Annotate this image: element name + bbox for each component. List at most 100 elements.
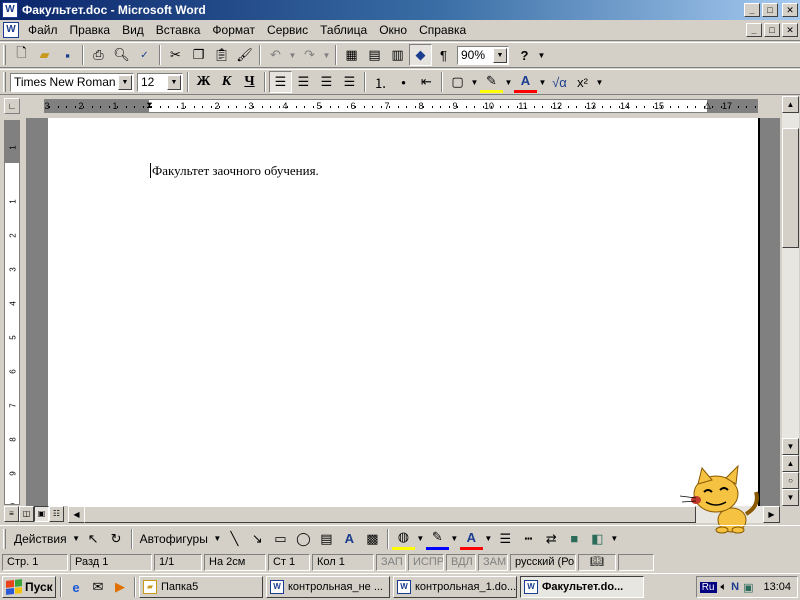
menu-file[interactable]: Файл bbox=[22, 21, 64, 40]
web-view-icon[interactable]: ◫ bbox=[19, 506, 34, 522]
font-color-icon[interactable]: A bbox=[514, 71, 537, 93]
print-preview-icon[interactable]: 🔍︎ bbox=[110, 44, 133, 66]
spelling-status-icon[interactable]: 📖︎ bbox=[578, 553, 616, 571]
previous-page-icon[interactable]: ▲ bbox=[782, 455, 799, 472]
italic-button[interactable]: К bbox=[215, 71, 238, 93]
menu-view[interactable]: Вид bbox=[116, 21, 150, 40]
status-language[interactable]: русский (Ро bbox=[510, 553, 576, 571]
shadow-icon[interactable]: ■ bbox=[563, 528, 586, 550]
superscript-icon[interactable]: x² bbox=[571, 71, 594, 93]
vertical-ruler[interactable]: 1 1 2 3 4 5 6 7 8 9 10 bbox=[4, 120, 20, 505]
fill-color-dropdown-icon[interactable]: ▼ bbox=[415, 528, 426, 550]
document-paragraph[interactable]: Факультет заочного обучения. bbox=[152, 163, 319, 178]
minimize-button[interactable]: _ bbox=[744, 3, 760, 17]
tables-borders-icon[interactable]: ▦ bbox=[340, 44, 363, 66]
next-page-icon[interactable]: ▼ bbox=[782, 489, 799, 506]
menu-format[interactable]: Формат bbox=[206, 21, 261, 40]
toolbar-options-icon[interactable]: ▼ bbox=[609, 528, 620, 550]
align-left-icon[interactable]: ☰ bbox=[269, 71, 292, 93]
arrow-icon[interactable]: ↘ bbox=[246, 528, 269, 550]
3d-icon[interactable]: ◧ bbox=[586, 528, 609, 550]
undo-icon[interactable]: ↶ bbox=[264, 44, 287, 66]
menu-table[interactable]: Таблица bbox=[314, 21, 373, 40]
select-objects-icon[interactable]: ↖ bbox=[82, 528, 105, 550]
insert-table-icon[interactable]: ▤ bbox=[363, 44, 386, 66]
show-formatting-icon[interactable]: ¶ bbox=[432, 44, 455, 66]
font-name-combo[interactable]: Times New Roman ▼ bbox=[10, 72, 134, 92]
scroll-left-icon[interactable]: ◀ bbox=[68, 506, 85, 523]
cut-icon[interactable]: ✂ bbox=[164, 44, 187, 66]
draw-actions-dropdown-icon[interactable]: ▼ bbox=[71, 528, 82, 550]
autoshapes-dropdown-icon[interactable]: ▼ bbox=[212, 528, 223, 550]
document-page[interactable]: Факультет заочного обучения. bbox=[48, 118, 760, 506]
scroll-right-icon[interactable]: ▶ bbox=[763, 506, 780, 523]
task-word-document[interactable]: W контрольная_1.do... bbox=[393, 576, 517, 598]
horizontal-scroll-thumb[interactable] bbox=[84, 506, 696, 523]
help-icon[interactable]: ? bbox=[513, 44, 536, 66]
paste-icon[interactable]: 📋︎ bbox=[210, 44, 233, 66]
font-size-combo[interactable]: 12 ▼ bbox=[137, 72, 183, 92]
horizontal-ruler[interactable]: ⧗ △ 3 2 1 1 2 3 4 5 6 7 8 9 10 11 12 13 14 15 17 bbox=[44, 99, 758, 113]
tab-selector-icon[interactable]: ∟ bbox=[4, 98, 20, 114]
format-painter-icon[interactable]: 🖌︎ bbox=[233, 44, 256, 66]
clipart-icon[interactable]: ▩ bbox=[361, 528, 384, 550]
volume-icon[interactable]: 🔈︎ bbox=[721, 581, 728, 594]
status-extend[interactable]: ВДЛ bbox=[446, 553, 476, 571]
line-icon[interactable]: ╲ bbox=[223, 528, 246, 550]
scroll-down-icon[interactable]: ▼ bbox=[782, 438, 799, 455]
new-document-icon[interactable]: 🗋 bbox=[10, 44, 33, 66]
line-style-icon[interactable]: ☰ bbox=[494, 528, 517, 550]
save-icon[interactable]: ▪ bbox=[56, 44, 79, 66]
status-record-macro[interactable]: ЗАП bbox=[376, 553, 406, 571]
print-layout-view-icon[interactable]: ▣ bbox=[34, 506, 49, 522]
autoshapes-menu[interactable]: Автофигуры bbox=[136, 532, 212, 546]
left-indent-marker-icon[interactable]: ⧗ bbox=[145, 100, 154, 112]
draw-actions-menu[interactable]: Действия bbox=[10, 532, 71, 546]
status-line[interactable]: Ст 1 bbox=[268, 553, 310, 571]
arrow-style-icon[interactable]: ⇄ bbox=[540, 528, 563, 550]
wordart-icon[interactable]: A bbox=[338, 528, 361, 550]
toolbar-options-icon[interactable]: ▼ bbox=[536, 44, 547, 66]
zoom-combo[interactable]: 90% ▼ bbox=[457, 45, 509, 65]
doc-close-button[interactable]: ✕ bbox=[782, 23, 798, 37]
borders-icon[interactable]: ▢ bbox=[446, 71, 469, 93]
numbering-icon[interactable]: ⒈ bbox=[369, 71, 392, 93]
toolbar-grip[interactable] bbox=[3, 72, 6, 92]
bold-button[interactable]: Ж bbox=[192, 71, 215, 93]
chevron-down-icon[interactable]: ▼ bbox=[493, 47, 507, 63]
media-player-icon[interactable]: ▶ bbox=[109, 576, 131, 598]
chevron-down-icon[interactable]: ▼ bbox=[167, 74, 181, 90]
underline-button[interactable]: Ч bbox=[238, 71, 261, 93]
antivirus-icon[interactable]: N bbox=[731, 581, 739, 593]
highlight-icon[interactable]: ✎ bbox=[480, 71, 503, 93]
decrease-indent-icon[interactable]: ⇤ bbox=[415, 71, 438, 93]
toolbar-grip[interactable] bbox=[3, 528, 6, 549]
horizontal-scrollbar[interactable]: ◀ ▶ bbox=[68, 506, 780, 523]
menu-edit[interactable]: Правка bbox=[64, 21, 117, 40]
undo-dropdown-icon[interactable]: ▼ bbox=[287, 44, 298, 66]
menu-tools[interactable]: Сервис bbox=[261, 21, 314, 40]
clock[interactable]: 13:04 bbox=[763, 581, 791, 593]
menu-window[interactable]: Окно bbox=[373, 21, 413, 40]
free-rotate-icon[interactable]: ↻ bbox=[105, 528, 128, 550]
copy-icon[interactable]: ❐ bbox=[187, 44, 210, 66]
status-overtype[interactable]: ЗАМ bbox=[478, 553, 508, 571]
line-color-icon[interactable]: ✎ bbox=[425, 528, 449, 550]
redo-icon[interactable]: ↷ bbox=[298, 44, 321, 66]
columns-icon[interactable]: ▥ bbox=[386, 44, 409, 66]
status-position[interactable]: На 2см bbox=[204, 553, 266, 571]
draw-font-color-icon[interactable]: A bbox=[459, 528, 483, 550]
task-folder[interactable]: ▰ Папка5 bbox=[139, 576, 263, 598]
status-section[interactable]: Разд 1 bbox=[70, 553, 152, 571]
scroll-up-icon[interactable]: ▲ bbox=[782, 96, 799, 113]
highlight-dropdown-icon[interactable]: ▼ bbox=[503, 71, 514, 93]
task-word-document-active[interactable]: W Факультет.do... bbox=[520, 576, 644, 598]
print-icon[interactable]: ⎙ bbox=[87, 44, 110, 66]
toolbar-grip[interactable] bbox=[3, 45, 6, 65]
line-color-dropdown-icon[interactable]: ▼ bbox=[449, 528, 460, 550]
oval-icon[interactable]: ◯ bbox=[292, 528, 315, 550]
keyboard-language-indicator[interactable]: Ru bbox=[699, 581, 717, 593]
menu-insert[interactable]: Вставка bbox=[150, 21, 207, 40]
doc-restore-button[interactable]: □ bbox=[764, 23, 780, 37]
bullets-icon[interactable]: • bbox=[392, 71, 415, 93]
